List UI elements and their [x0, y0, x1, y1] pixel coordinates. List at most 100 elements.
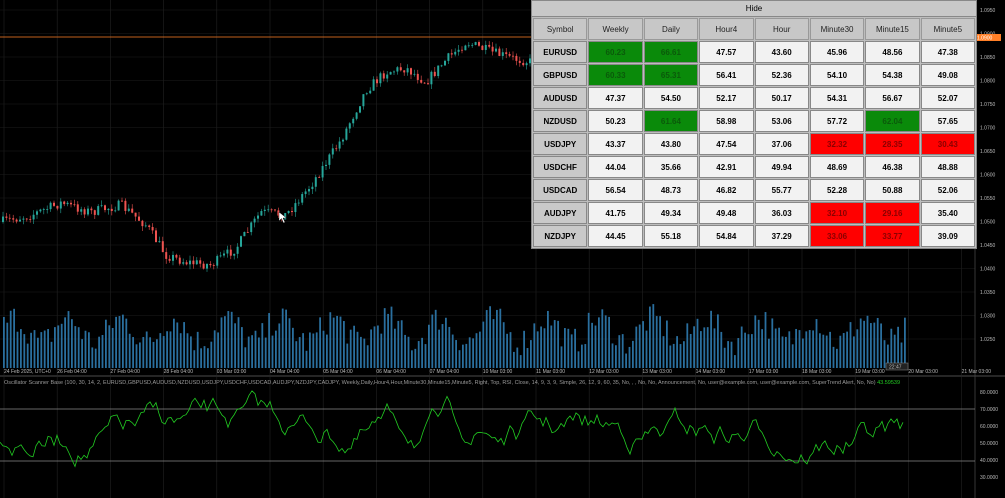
value-cell: 53.06 [754, 110, 809, 132]
price-axis-label: 1.0800 [980, 79, 996, 85]
value-cell: 41.75 [588, 202, 643, 224]
time-cursor-label: 22:47 [889, 365, 902, 371]
symbol-cell[interactable]: NZDJPY [533, 225, 588, 247]
oscillator-axis-label: 30.0000 [980, 475, 998, 481]
value-cell: 56.41 [699, 64, 754, 86]
oscillator-axis-label: 80.0000 [980, 390, 998, 396]
value-cell: 50.17 [754, 87, 809, 109]
indicator-title: Oscillator Scanner Base (100, 30, 14, 2,… [4, 380, 900, 386]
value-cell: 46.38 [865, 156, 920, 178]
symbol-cell[interactable]: AUDUSD [533, 87, 588, 109]
price-axis-label: 1.0450 [980, 243, 996, 249]
value-cell: 48.69 [809, 156, 865, 178]
scanner-row-audusd: AUDUSD 47.37 54.50 52.17 50.17 54.31 56.67 52.0… [533, 87, 975, 109]
time-axis-label: 06 Mar 04:00 [376, 369, 406, 375]
time-axis-label: 20 Mar 03:00 [908, 369, 938, 375]
time-axis-label: 24 Feb 2025, UTC+0 [4, 369, 51, 375]
time-axis-label: 26 Feb 04:00 [57, 369, 87, 375]
scanner-row-usdcad: USDCAD 56.54 48.73 46.82 55.77 52.28 50.88 52.0… [533, 179, 975, 201]
time-axis-label: 04 Mar 04:00 [270, 369, 300, 375]
value-cell: 49.94 [754, 156, 809, 178]
column-header-weekly: Weekly [588, 18, 643, 40]
time-axis-label: 27 Feb 04:00 [110, 369, 140, 375]
value-cell: 32.10 [809, 202, 865, 224]
value-cell: 43.60 [754, 41, 809, 63]
price-axis-label: 1.0850 [980, 55, 996, 61]
value-cell: 42.91 [699, 156, 754, 178]
scanner-row-gbpusd: GBPUSD 60.33 65.31 56.41 52.36 54.10 54.38 49.0… [533, 64, 975, 86]
price-axis-label: 1.0350 [980, 290, 996, 296]
value-cell: 58.98 [699, 110, 754, 132]
indicator-params: Oscillator Scanner Base (100, 30, 14, 2,… [4, 380, 876, 386]
price-axis-label: 1.0650 [980, 149, 996, 155]
value-cell: 50.23 [588, 110, 643, 132]
time-axis-label: 17 Mar 03:00 [749, 369, 779, 375]
time-axis-label: 14 Mar 03:00 [696, 369, 726, 375]
scanner-row-usdchf: USDCHF 44.04 35.66 42.91 49.94 48.69 46.38 48.8… [533, 156, 975, 178]
value-cell: 29.16 [865, 202, 920, 224]
value-cell: 66.61 [643, 41, 699, 63]
symbol-cell[interactable]: AUDJPY [533, 202, 588, 224]
value-cell: 52.36 [754, 64, 809, 86]
time-axis-label: 07 Mar 04:00 [430, 369, 460, 375]
time-axis-label: 12 Mar 03:00 [589, 369, 619, 375]
value-cell: 44.45 [588, 225, 643, 247]
value-cell: 47.54 [699, 133, 754, 155]
scanner-row-nzdjpy: NZDJPY 44.45 55.18 54.84 37.29 33.06 33.77 39.0… [533, 225, 975, 247]
value-cell: 47.57 [699, 41, 754, 63]
value-cell: 48.88 [920, 156, 975, 178]
price-axis-label: 1.0700 [980, 126, 996, 132]
price-axis: 1.0950 1.0900 1.0850 1.0800 1.0750 1.0700 1.06… [980, 8, 996, 343]
value-cell: 49.08 [920, 64, 975, 86]
time-axis-label: 11 Mar 03:00 [536, 369, 565, 375]
symbol-cell[interactable]: USDCHF [533, 156, 588, 178]
price-axis-label: 1.0250 [980, 337, 996, 343]
symbol-cell[interactable]: EURUSD [533, 41, 588, 63]
column-header-symbol: Symbol [533, 18, 588, 40]
time-axis-label: 03 Mar 03:00 [217, 369, 247, 375]
value-cell: 28.35 [865, 133, 920, 155]
value-cell: 54.31 [809, 87, 865, 109]
value-cell: 62.04 [865, 110, 920, 132]
value-cell: 32.32 [809, 133, 865, 155]
oscillator-axis-label: 50.0000 [980, 441, 998, 447]
time-axis-label: 28 Feb 04:00 [164, 369, 194, 375]
scanner-row-usdjpy: USDJPY 43.37 43.80 47.54 37.06 32.32 28.35 30.4… [533, 133, 975, 155]
price-axis-label: 1.0300 [980, 314, 996, 320]
oscillator-axis-label: 60.0000 [980, 424, 998, 430]
time-axis-label: 10 Mar 03:00 [483, 369, 513, 375]
value-cell: 65.31 [643, 64, 699, 86]
price-axis-label: 1.0750 [980, 102, 996, 108]
value-cell: 35.66 [643, 156, 699, 178]
oscillator-scanner-panel: Hide Symbol Weekly Daily Hour4 Hour Minute30 M… [531, 0, 977, 249]
value-cell: 50.88 [865, 179, 920, 201]
price-axis-label: 1.0500 [980, 220, 996, 226]
price-axis-label: 1.0600 [980, 173, 996, 179]
value-cell: 44.04 [588, 156, 643, 178]
scanner-row-eurusd: EURUSD 60.23 66.61 47.57 43.60 45.96 48.56 47.3… [533, 41, 975, 63]
value-cell: 52.06 [920, 179, 975, 201]
value-cell: 49.48 [699, 202, 754, 224]
value-cell: 57.72 [809, 110, 865, 132]
symbol-cell[interactable]: GBPUSD [533, 64, 588, 86]
symbol-cell[interactable]: USDCAD [533, 179, 588, 201]
value-cell: 35.40 [920, 202, 975, 224]
current-price-tag-label: 1.0900 [977, 36, 993, 42]
scanner-table: Symbol Weekly Daily Hour4 Hour Minute30 Minute… [532, 17, 976, 248]
value-cell: 60.23 [588, 41, 643, 63]
price-axis-label: 1.0550 [980, 196, 996, 202]
symbol-cell[interactable]: USDJPY [533, 133, 588, 155]
value-cell: 48.56 [865, 41, 920, 63]
oscillator-axis-label: 40.0000 [980, 458, 998, 464]
scanner-row-audjpy: AUDJPY 41.75 49.34 49.48 36.03 32.10 29.16 35.4… [533, 202, 975, 224]
value-cell: 57.65 [920, 110, 975, 132]
price-axis-label: 1.0950 [980, 8, 996, 14]
value-cell: 37.06 [754, 133, 809, 155]
symbol-cell[interactable]: NZDUSD [533, 110, 588, 132]
hide-button[interactable]: Hide [532, 1, 976, 17]
value-cell: 36.03 [754, 202, 809, 224]
value-cell: 33.77 [865, 225, 920, 247]
value-cell: 60.33 [588, 64, 643, 86]
value-cell: 56.54 [588, 179, 643, 201]
value-cell: 45.96 [809, 41, 865, 63]
